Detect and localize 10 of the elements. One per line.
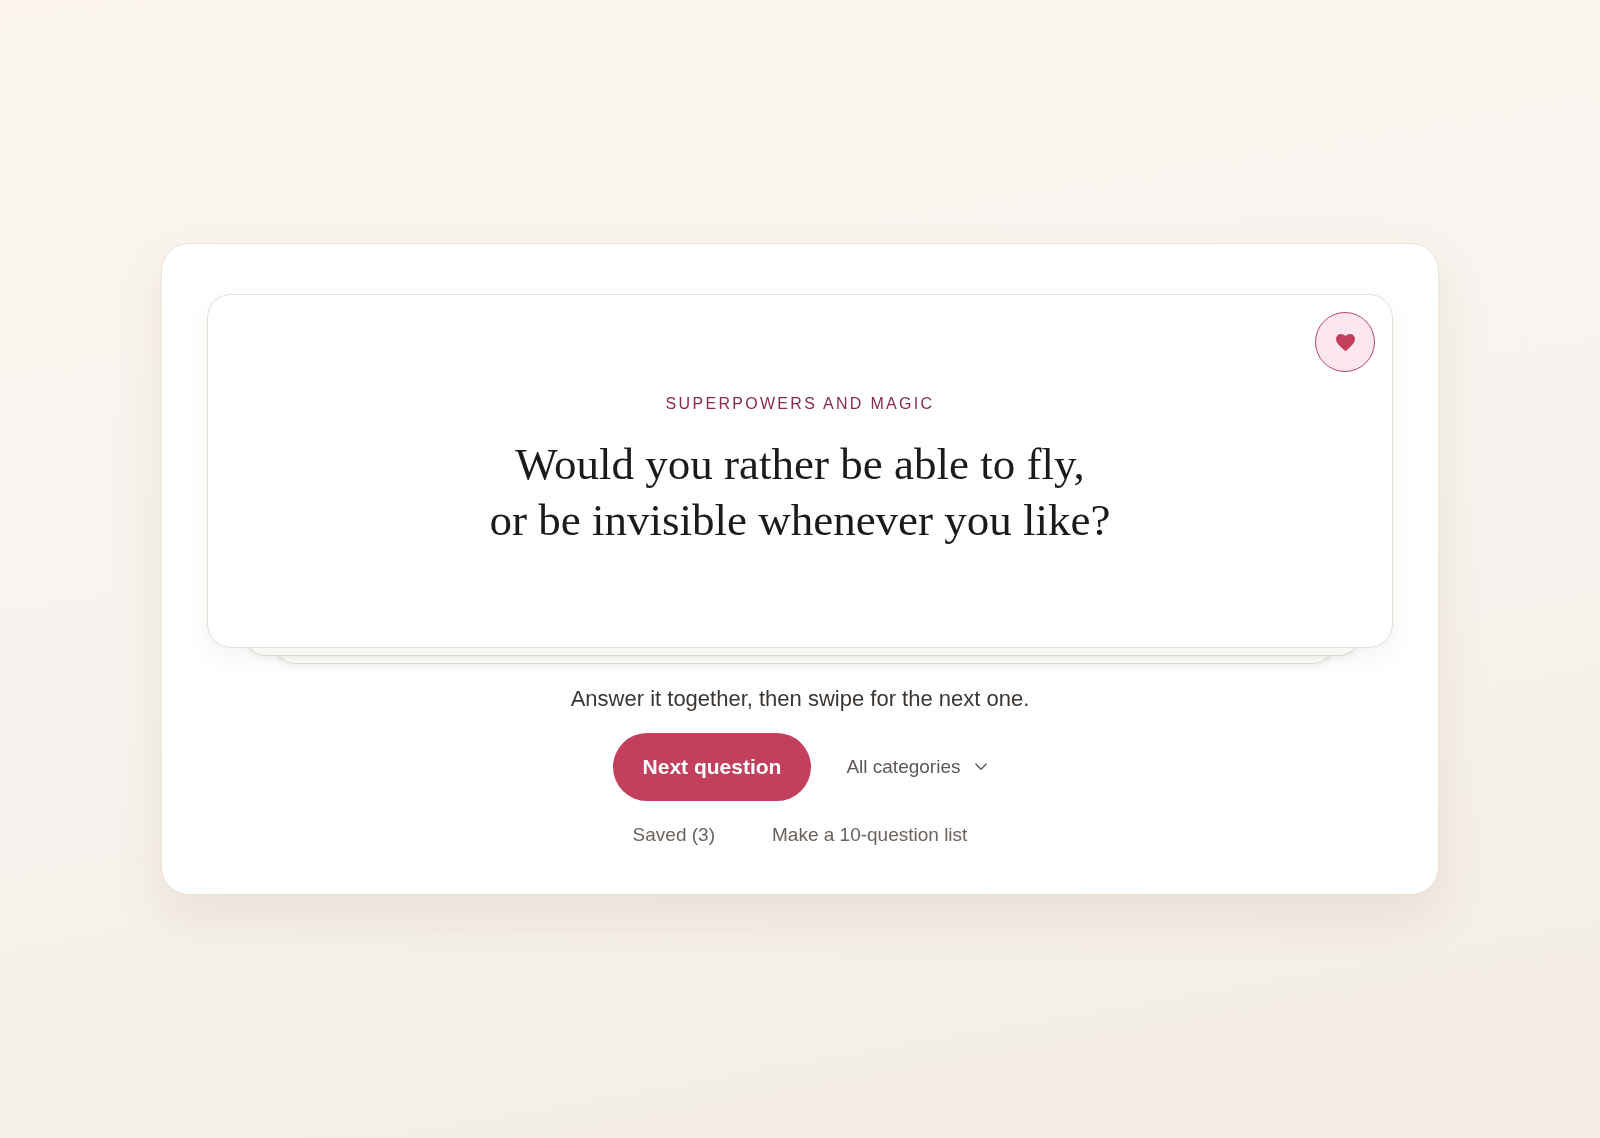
text-link[interactable]: Saved (3)	[632, 823, 715, 847]
next-question-button[interactable]: Next question	[612, 733, 812, 801]
caret-icon	[975, 763, 988, 771]
heart-icon	[1334, 332, 1356, 352]
category-dropdown[interactable]: All categories	[846, 752, 988, 782]
hint-text: Answer it together, then swipe for the next one.	[570, 685, 1030, 713]
text-link[interactable]: Make a 10-question list	[772, 823, 968, 847]
question-text: Would you rather be able to fly, or be invisible whenever you like?	[489, 438, 1111, 547]
category-label: SUPERPOWERS AND MAGIC	[665, 394, 935, 414]
favorite-button[interactable]	[1315, 312, 1375, 372]
